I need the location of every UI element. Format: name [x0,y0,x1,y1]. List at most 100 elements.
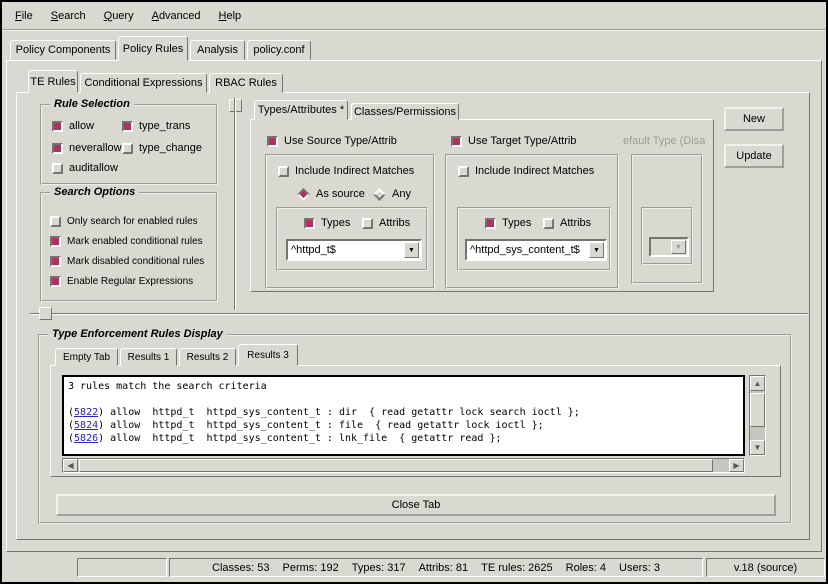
checkbox-target-attribs[interactable]: Attribs [543,217,591,229]
checkbox-use-target-type[interactable]: Use Target Type/Attrib [451,135,576,147]
horizontal-scrollbar[interactable]: ◀ ▶ [62,458,745,473]
checkbox-neverallow[interactable]: neverallow [52,142,122,154]
close-tab-button[interactable]: Close Tab [56,494,776,516]
stat-classes: Classes: 53 [212,562,269,574]
tab-classes-permissions[interactable]: Classes/Permissions [351,103,459,120]
checkbox-target-indirect[interactable]: Include Indirect Matches [458,165,594,177]
type-trans-indicator [122,121,133,132]
vertical-sash[interactable] [234,98,236,310]
tab-types-attributes[interactable]: Types/Attributes * [254,100,348,120]
scroll-down-icon[interactable]: ▼ [750,440,765,455]
target-type-value: ^httpd_sys_content_t$ [467,244,588,256]
tab-empty-tab[interactable]: Empty Tab [55,348,118,366]
results-text-area[interactable]: 3 rules match the search criteria (5822)… [62,375,745,456]
rule-line: (5822) allow httpd_t httpd_sys_content_t… [68,406,739,419]
horizontal-sash[interactable] [30,313,808,315]
use-source-indicator [267,136,278,147]
source-types-indicator [304,218,315,229]
source-indirect-indicator [278,166,289,177]
radio-as-source[interactable]: As source [297,188,365,200]
tab-conditional-expressions[interactable]: Conditional Expressions [80,73,207,93]
menu-file[interactable]: File [6,8,42,24]
scroll-right-icon[interactable]: ▶ [729,459,744,472]
default-type-frame: ▼ [631,154,703,284]
checkbox-mark-disabled-conditional[interactable]: Mark disabled conditional rules [50,256,204,267]
default-type-inner-frame: ▼ [641,207,693,265]
radio-any[interactable]: Any [373,188,411,200]
rule-id-link[interactable]: 5822 [74,407,98,418]
checkbox-source-attribs[interactable]: Attribs [362,217,410,229]
search-options-title: Search Options [50,186,139,198]
tab-rbac-rules[interactable]: RBAC Rules [209,73,283,93]
status-cell-stats: Classes: 53 Perms: 192 Types: 317 Attrib… [169,558,703,577]
checkbox-type-change[interactable]: type_change [122,142,202,154]
rule-line: (5826) allow httpd_t httpd_sys_content_t… [68,432,739,445]
results-page: 3 rules match the search criteria (5822)… [50,365,781,477]
checkbox-auditallow[interactable]: auditallow [52,162,118,174]
neverallow-indicator [52,143,63,154]
allow-indicator [52,121,63,132]
tab-results-1[interactable]: Results 1 [120,348,177,366]
tab-results-3[interactable]: Results 3 [238,344,298,366]
menu-advanced[interactable]: Advanced [143,8,210,24]
target-combo-dropdown-icon[interactable]: ▼ [589,242,604,258]
te-rules-display-group: Type Enforcement Rules Display Empty Tab… [38,334,792,524]
blank-line [68,393,739,406]
menu-bar: File Search Query Advanced Help [2,2,826,31]
rule-id-link[interactable]: 5826 [74,433,98,444]
checkbox-target-types[interactable]: Types [485,217,531,229]
rule-selection-group: Rule Selection allow type_trans neverall… [40,104,218,185]
rule-id-link[interactable]: 5824 [74,420,98,431]
menu-search[interactable]: Search [42,8,95,24]
source-combo-dropdown-icon[interactable]: ▼ [404,242,419,258]
default-combo-dropdown-icon: ▼ [671,240,686,254]
target-indirect-indicator [458,166,469,177]
scroll-up-icon[interactable]: ▲ [750,376,765,391]
source-attribs-indicator [362,218,373,229]
target-type-frame: Include Indirect Matches Types Attribs ^… [445,154,619,289]
te-rules-display-title: Type Enforcement Rules Display [48,328,227,340]
menu-query[interactable]: Query [95,8,143,24]
tab-results-2[interactable]: Results 2 [179,348,236,366]
checkbox-source-types[interactable]: Types [304,217,350,229]
horizontal-scroll-thumb[interactable] [79,459,713,472]
stat-types: Types: 317 [352,562,406,574]
tab-policy-conf[interactable]: policy.conf [247,40,311,60]
any-radio-indicator [373,188,386,201]
rule-selection-title: Rule Selection [50,98,134,110]
tab-analysis[interactable]: Analysis [190,40,245,60]
mark-enabled-indicator [50,236,61,247]
tab-te-rules[interactable]: TE Rules [28,70,78,93]
policy-stats: Classes: 53 Perms: 192 Types: 317 Attrib… [212,562,660,574]
source-types-frame: Types Attribs ^httpd_t$ ▼ [276,207,428,271]
menu-help[interactable]: Help [210,8,251,24]
source-type-value: ^httpd_t$ [288,244,403,256]
mark-disabled-indicator [50,256,61,267]
stat-te-rules: TE rules: 2625 [481,562,553,574]
target-type-combobox[interactable]: ^httpd_sys_content_t$ ▼ [465,239,607,261]
checkbox-type-trans[interactable]: type_trans [122,120,190,132]
new-button[interactable]: New [724,107,784,131]
horizontal-sash-handle[interactable] [39,307,52,320]
scroll-left-icon[interactable]: ◀ [63,459,78,472]
target-types-indicator [485,218,496,229]
update-button[interactable]: Update [724,144,784,168]
tab-policy-components[interactable]: Policy Components [10,40,116,60]
status-cell-version: v.18 (source) [706,558,825,577]
vertical-scrollbar[interactable]: ▲ ▼ [749,375,766,456]
type-change-indicator [122,143,133,154]
checkbox-enable-regex[interactable]: Enable Regular Expressions [50,276,193,287]
checkbox-use-source-type[interactable]: Use Source Type/Attrib [267,135,397,147]
target-types-frame: Types Attribs ^httpd_sys_content_t$ ▼ [457,207,611,271]
checkbox-allow[interactable]: allow [52,120,94,132]
tab-policy-rules[interactable]: Policy Rules [118,36,188,61]
enable-regex-indicator [50,276,61,287]
checkbox-mark-enabled-conditional[interactable]: Mark enabled conditional rules [50,236,203,247]
search-options-group: Search Options Only search for enabled r… [40,192,218,302]
results-summary: 3 rules match the search criteria [68,380,739,393]
checkbox-only-enabled-rules[interactable]: Only search for enabled rules [50,216,198,227]
vertical-scroll-thumb[interactable] [750,393,765,427]
source-type-combobox[interactable]: ^httpd_t$ ▼ [286,239,422,261]
use-target-indicator [451,136,462,147]
checkbox-source-indirect[interactable]: Include Indirect Matches [278,165,414,177]
